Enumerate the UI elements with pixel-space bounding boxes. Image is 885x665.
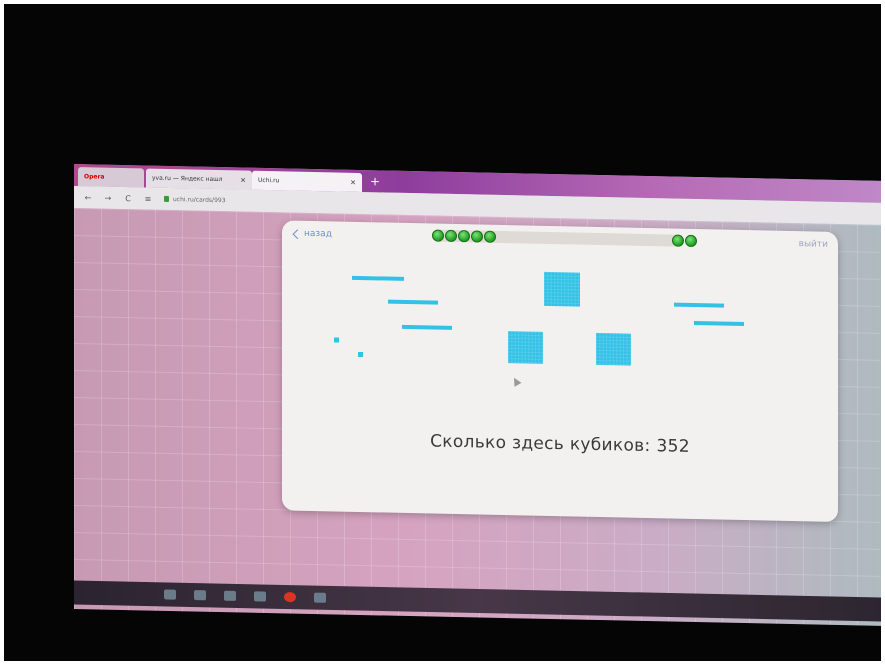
progress-track-secondary — [672, 234, 702, 248]
tab-label: Opera — [84, 173, 105, 181]
opera-icon[interactable] — [284, 591, 296, 603]
question-text: Сколько здесь кубиков: — [430, 431, 651, 457]
folder-icon[interactable] — [224, 590, 236, 601]
exit-link[interactable]: выйти — [799, 239, 828, 250]
mouse-cursor-icon — [510, 375, 522, 387]
back-link[interactable]: назад — [292, 228, 332, 240]
monitor-screen: Opera yva.ru — Яндекс нашл ✕ Uchi.ru ✕ +… — [74, 164, 881, 627]
media-icon[interactable] — [254, 591, 266, 602]
forward-arrow-icon[interactable]: → — [102, 193, 114, 202]
progress-dot — [685, 234, 697, 248]
start-icon[interactable] — [164, 589, 176, 600]
app-icon[interactable] — [314, 592, 326, 603]
close-icon[interactable]: ✕ — [350, 178, 356, 186]
lock-icon — [164, 195, 169, 202]
hundred-square — [596, 332, 631, 366]
question-line: Сколько здесь кубиков: 352 — [282, 428, 838, 460]
close-icon[interactable]: ✕ — [240, 176, 246, 184]
back-label: назад — [304, 228, 332, 240]
url-field[interactable]: uchi.ru/cards/993 — [164, 195, 226, 204]
progress-dot — [432, 229, 444, 242]
unit-cube — [334, 337, 339, 343]
ten-rod — [694, 320, 744, 327]
reload-icon[interactable]: C — [122, 194, 134, 203]
ten-rod — [352, 275, 404, 281]
progress-track — [432, 229, 682, 247]
progress-dot — [445, 229, 457, 243]
tab-label: yva.ru — Яндекс нашл — [152, 174, 223, 184]
progress-dot — [672, 234, 684, 247]
new-tab-button[interactable]: + — [370, 174, 380, 188]
url-text: uchi.ru/cards/993 — [173, 195, 226, 204]
unit-cube — [358, 351, 363, 358]
progress-dot — [458, 230, 470, 243]
back-arrow-icon[interactable]: ← — [82, 193, 94, 202]
menu-icon[interactable]: ≡ — [142, 194, 154, 203]
exercise-card: назад выйти Сколько здесь кубиков: 352 — [282, 220, 838, 523]
ten-rod — [674, 302, 724, 308]
photo-frame: Opera yva.ru — Яндекс нашл ✕ Uchi.ru ✕ +… — [0, 0, 885, 665]
progress-dots-secondary — [672, 234, 697, 248]
ten-rod — [388, 299, 438, 305]
progress-dot — [484, 230, 496, 243]
hundred-square — [544, 271, 580, 307]
tab-yandex[interactable]: yva.ru — Яндекс нашл ✕ — [146, 168, 252, 190]
progress-dot — [471, 230, 483, 243]
hundred-square — [508, 331, 543, 364]
tab-uchi[interactable]: Uchi.ru ✕ — [252, 170, 362, 193]
tab-label: Uchi.ru — [258, 176, 280, 185]
answer-input[interactable]: 352 — [657, 436, 690, 457]
opera-menu-tab[interactable]: Opera — [78, 167, 144, 188]
ten-rod — [402, 324, 452, 330]
progress-dots — [432, 229, 496, 243]
explorer-icon[interactable] — [194, 590, 206, 601]
chevron-left-icon — [292, 228, 303, 239]
